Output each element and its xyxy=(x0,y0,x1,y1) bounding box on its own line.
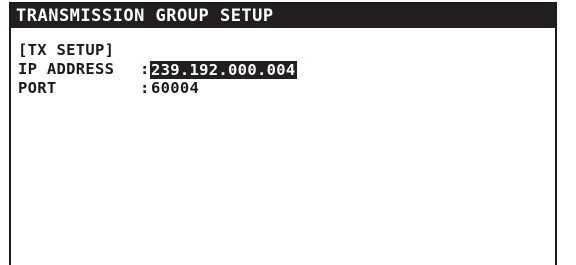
section-heading-row: [TX SETUP] xyxy=(18,41,297,60)
section-heading: [TX SETUP] xyxy=(18,41,115,59)
ip-address-row[interactable]: IP ADDRESS : 239.192.000.004 xyxy=(18,60,298,79)
port-row[interactable]: PORT : 60004 xyxy=(18,79,297,98)
ip-address-separator: : xyxy=(140,60,150,78)
port-field[interactable]: 60004 xyxy=(150,79,199,98)
port-separator: : xyxy=(140,79,150,97)
menu-title: TRANSMISSION GROUP SETUP xyxy=(11,4,555,28)
ip-address-label: IP ADDRESS xyxy=(18,60,115,78)
port-label: PORT xyxy=(18,79,57,97)
menu-content: [TX SETUP] IP ADDRESS : 239.192.000.004 … xyxy=(18,41,298,98)
ip-address-field[interactable]: 239.192.000.004 xyxy=(150,60,298,79)
menu-window: TRANSMISSION GROUP SETUP [TX SETUP] IP A… xyxy=(9,2,557,265)
